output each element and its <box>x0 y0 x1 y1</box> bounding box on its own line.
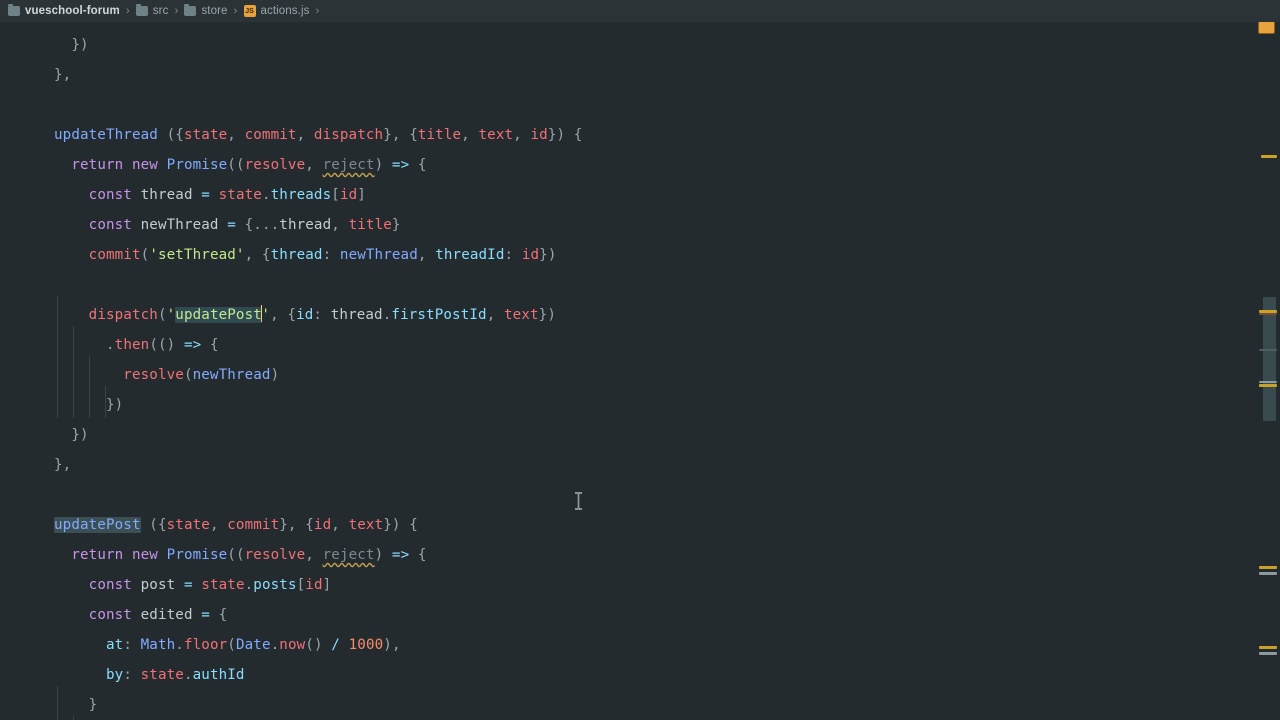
unused-variable-warning: reject <box>322 547 375 563</box>
occurrence-highlight: updatePost <box>54 517 141 533</box>
overview-mark-occurrence <box>1259 572 1277 575</box>
js-file-icon: JS <box>243 5 256 17</box>
breadcrumb-item-src[interactable]: src <box>135 0 169 22</box>
code-line: resolve(newThread) <box>123 367 280 383</box>
code-line: .then(() => { <box>105 337 219 353</box>
code-line: } <box>88 697 98 713</box>
breadcrumb-separator: › <box>315 5 320 17</box>
breadcrumb-label: src <box>152 5 169 17</box>
breadcrumb-item-actions-js[interactable]: JS actions.js <box>243 0 310 22</box>
folder-icon <box>135 4 148 16</box>
code-line: return new Promise((resolve, reject) => … <box>71 547 427 563</box>
code-line: at: Math.floor(Date.now() / 1000), <box>105 637 401 653</box>
code-line: }, <box>54 457 72 473</box>
code-line: const post = state.posts[id] <box>88 577 332 593</box>
overview-mark-occurrence <box>1259 566 1277 569</box>
code-line-cursor: dispatch('updatePost', {id: thread.first… <box>88 305 556 323</box>
code-line: const edited = { <box>88 607 228 623</box>
overview-mark-occurrence <box>1259 646 1277 649</box>
overview-mark-selection <box>1259 349 1277 351</box>
folder-icon <box>8 4 20 16</box>
code-line: const newThread = {...thread, title} <box>88 217 401 233</box>
scrollbar-thumb[interactable] <box>1263 297 1276 421</box>
editor-window: vueschool-forum › src › store › JS actio… <box>0 0 1280 720</box>
breadcrumb-label: vueschool-forum <box>25 5 120 17</box>
code-editor[interactable]: }) }) }, updateThread ({state, commit, d… <box>0 22 1280 720</box>
code-line: }) <box>105 397 124 413</box>
overview-mark-occurrence <box>1259 652 1277 655</box>
code-line: updateThread ({state, commit, dispatch},… <box>54 127 583 143</box>
unused-variable-warning: reject <box>322 157 375 173</box>
code-line: }) <box>54 37 89 53</box>
occurrence-highlight: updatePost <box>175 307 262 323</box>
code-line: }, <box>54 67 72 83</box>
breadcrumb-label: actions.js <box>260 5 310 17</box>
overview-mark-occurrence <box>1259 384 1277 387</box>
breadcrumb-label: store <box>201 5 228 17</box>
code-line: const thread = state.threads[id] <box>88 187 366 203</box>
overview-mark-occurrence <box>1261 155 1277 158</box>
folder-icon <box>184 4 197 16</box>
code-lines: }) }) }, updateThread ({state, commit, d… <box>0 22 1255 720</box>
breadcrumb-separator: › <box>174 5 179 17</box>
code-line: return new Promise((resolve, reject) => … <box>71 157 427 173</box>
breadcrumb-separator: › <box>233 5 238 17</box>
breadcrumb-item-store[interactable]: store <box>184 0 227 22</box>
code-line: }) <box>71 427 89 443</box>
breadcrumb-item-vueschool-forum[interactable]: vueschool-forum <box>8 0 120 22</box>
code-line: by: state.authId <box>105 667 245 683</box>
code-line: updatePost ({state, commit}, {id, text})… <box>54 517 418 533</box>
editor-scrollbar[interactable] <box>1255 0 1280 720</box>
overview-mark-error <box>1259 313 1277 315</box>
overview-mark-occurrence <box>1259 381 1277 383</box>
code-line: commit('setThread', {thread: newThread, … <box>88 247 557 263</box>
breadcrumb-separator: › <box>125 5 130 17</box>
breadcrumb: vueschool-forum › src › store › JS actio… <box>0 0 1280 22</box>
code-line: }) <box>0 22 1255 30</box>
